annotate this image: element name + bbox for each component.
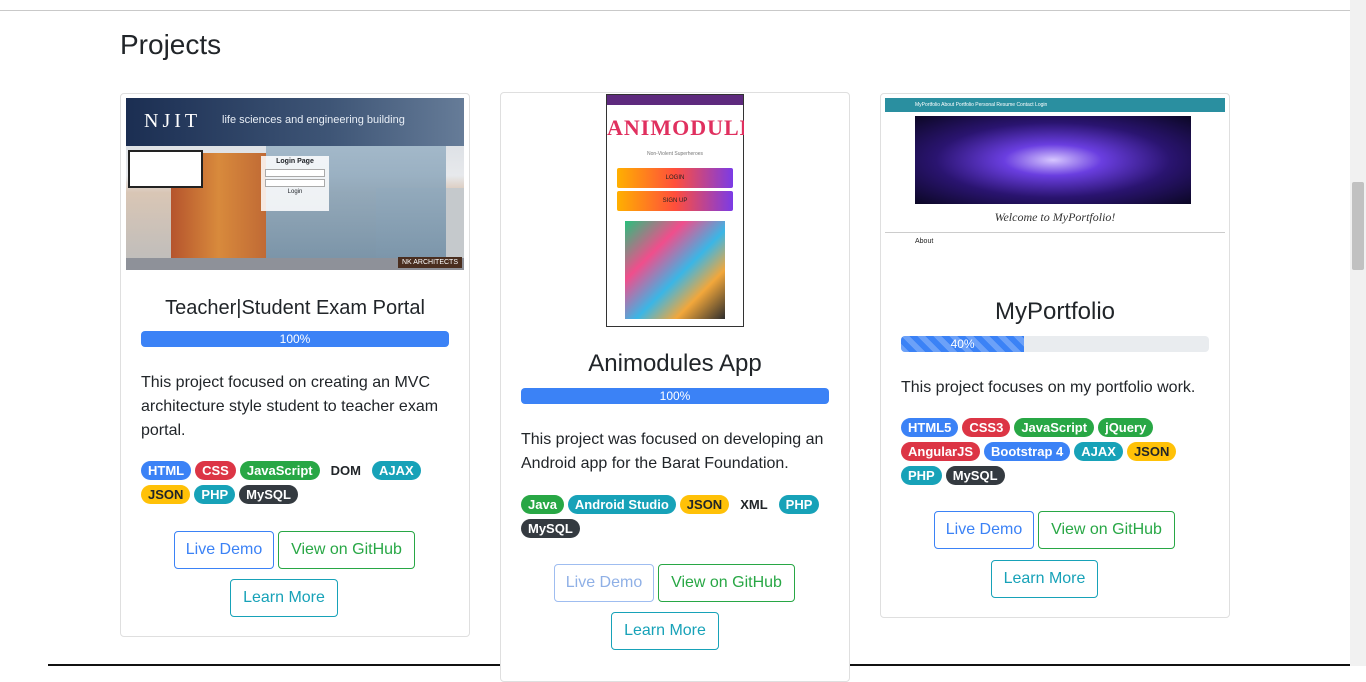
page-scrollbar[interactable] [1350, 0, 1366, 666]
view-github-button[interactable]: View on GitHub [658, 564, 795, 602]
njit-tagline: life sciences and engineering building [222, 114, 405, 126]
badge-mysql: MySQL [239, 485, 298, 504]
welcome-text: Welcome to MyPortfolio! [994, 210, 1116, 224]
badge-angularjs: AngularJS [901, 442, 981, 461]
badge-mysql: MySQL [521, 519, 580, 538]
badge-css: CSS [195, 461, 236, 480]
section-title: Projects [120, 29, 222, 60]
project-description: This project focuses on my portfolio wor… [901, 379, 1196, 396]
badge-json: JSON [1126, 442, 1177, 461]
tech-badges: HTML5 CSS3 JavaScript jQuery AngularJS B… [901, 418, 1213, 485]
badge-xml: XML [740, 497, 768, 512]
project-thumbnail: MyPortfolio About Portfolio Personal Res… [885, 98, 1225, 274]
view-github-button[interactable]: View on GitHub [278, 531, 415, 569]
progress-bar: 40% [901, 336, 1209, 352]
badge-jquery: jQuery [1098, 418, 1154, 437]
project-card-myportfolio: MyPortfolio About Portfolio Personal Res… [880, 93, 1230, 618]
phone-status-bar [607, 95, 743, 105]
project-title: Teacher|Student Exam Portal [165, 297, 425, 319]
badge-php: PHP [778, 495, 820, 514]
portfolio-nav-preview: MyPortfolio About Portfolio Personal Res… [885, 98, 1225, 112]
project-title: Animodules App [588, 350, 762, 377]
login-form-preview: Login Page Login [261, 156, 329, 211]
progress-bar: 100% [141, 331, 449, 347]
project-description: This project was focused on developing a… [521, 431, 824, 472]
badge-ajax: AJAX [1074, 442, 1123, 461]
project-card-exam-portal: NJIT life sciences and engineering build… [120, 93, 470, 637]
project-thumbnail: NJIT life sciences and engineering build… [126, 98, 464, 270]
learn-more-button[interactable]: Learn More [991, 560, 1098, 598]
top-divider [0, 10, 1350, 11]
tech-badges: Java Android Studio JSON XML PHP MySQL [521, 495, 833, 538]
app-signup-preview: SIGN UP [617, 191, 733, 211]
badge-html5: HTML5 [901, 418, 959, 437]
tech-badges: HTML CSS JavaScript DOM AJAX JSON PHP My… [141, 461, 453, 504]
app-login-preview: LOGIN [617, 168, 733, 188]
badge-html: HTML [141, 461, 192, 480]
badge-php: PHP [901, 466, 942, 485]
project-card-animodules: ANIMODULES Non-Violent Superheroes LOGIN… [500, 92, 850, 682]
badge-dom: DOM [330, 463, 361, 478]
project-title: MyPortfolio [994, 298, 1116, 325]
progress-fill: 100% [521, 388, 829, 404]
architect-credit: NK ARCHITECTS [397, 257, 462, 268]
badge-json: JSON [141, 485, 191, 504]
project-thumbnail: ANIMODULES Non-Violent Superheroes LOGIN… [606, 94, 744, 327]
scrollbar-thumb[interactable] [1352, 182, 1364, 270]
animodules-logo: ANIMODULES [607, 115, 744, 140]
progress-fill: 40% [901, 336, 1025, 352]
live-demo-button[interactable]: Live Demo [174, 531, 274, 569]
live-demo-button[interactable]: Live Demo [934, 511, 1034, 549]
badge-json: JSON [679, 495, 730, 514]
server-room-image [915, 116, 1191, 204]
superhero-artwork [625, 221, 725, 319]
about-heading-preview: About [915, 238, 934, 245]
info-box [128, 150, 203, 188]
progress-bar: 100% [521, 388, 829, 404]
learn-more-button[interactable]: Learn More [611, 612, 719, 650]
progress-fill: 100% [141, 331, 449, 347]
live-demo-button[interactable]: Live Demo [554, 564, 654, 602]
badge-ajax: AJAX [371, 461, 421, 480]
badge-css3: CSS3 [962, 418, 1011, 437]
badge-android-studio: Android Studio [567, 495, 676, 514]
learn-more-button[interactable]: Learn More [230, 579, 338, 617]
badge-java: Java [521, 495, 564, 514]
badge-javascript: JavaScript [1014, 418, 1095, 437]
badge-php: PHP [194, 485, 236, 504]
badge-javascript: JavaScript [239, 461, 320, 480]
view-github-button[interactable]: View on GitHub [1038, 511, 1175, 549]
badge-bootstrap: Bootstrap 4 [984, 442, 1071, 461]
project-description: This project focused on creating an MVC … [141, 374, 439, 439]
njit-logo: NJIT [144, 110, 202, 132]
badge-mysql: MySQL [945, 466, 1005, 485]
